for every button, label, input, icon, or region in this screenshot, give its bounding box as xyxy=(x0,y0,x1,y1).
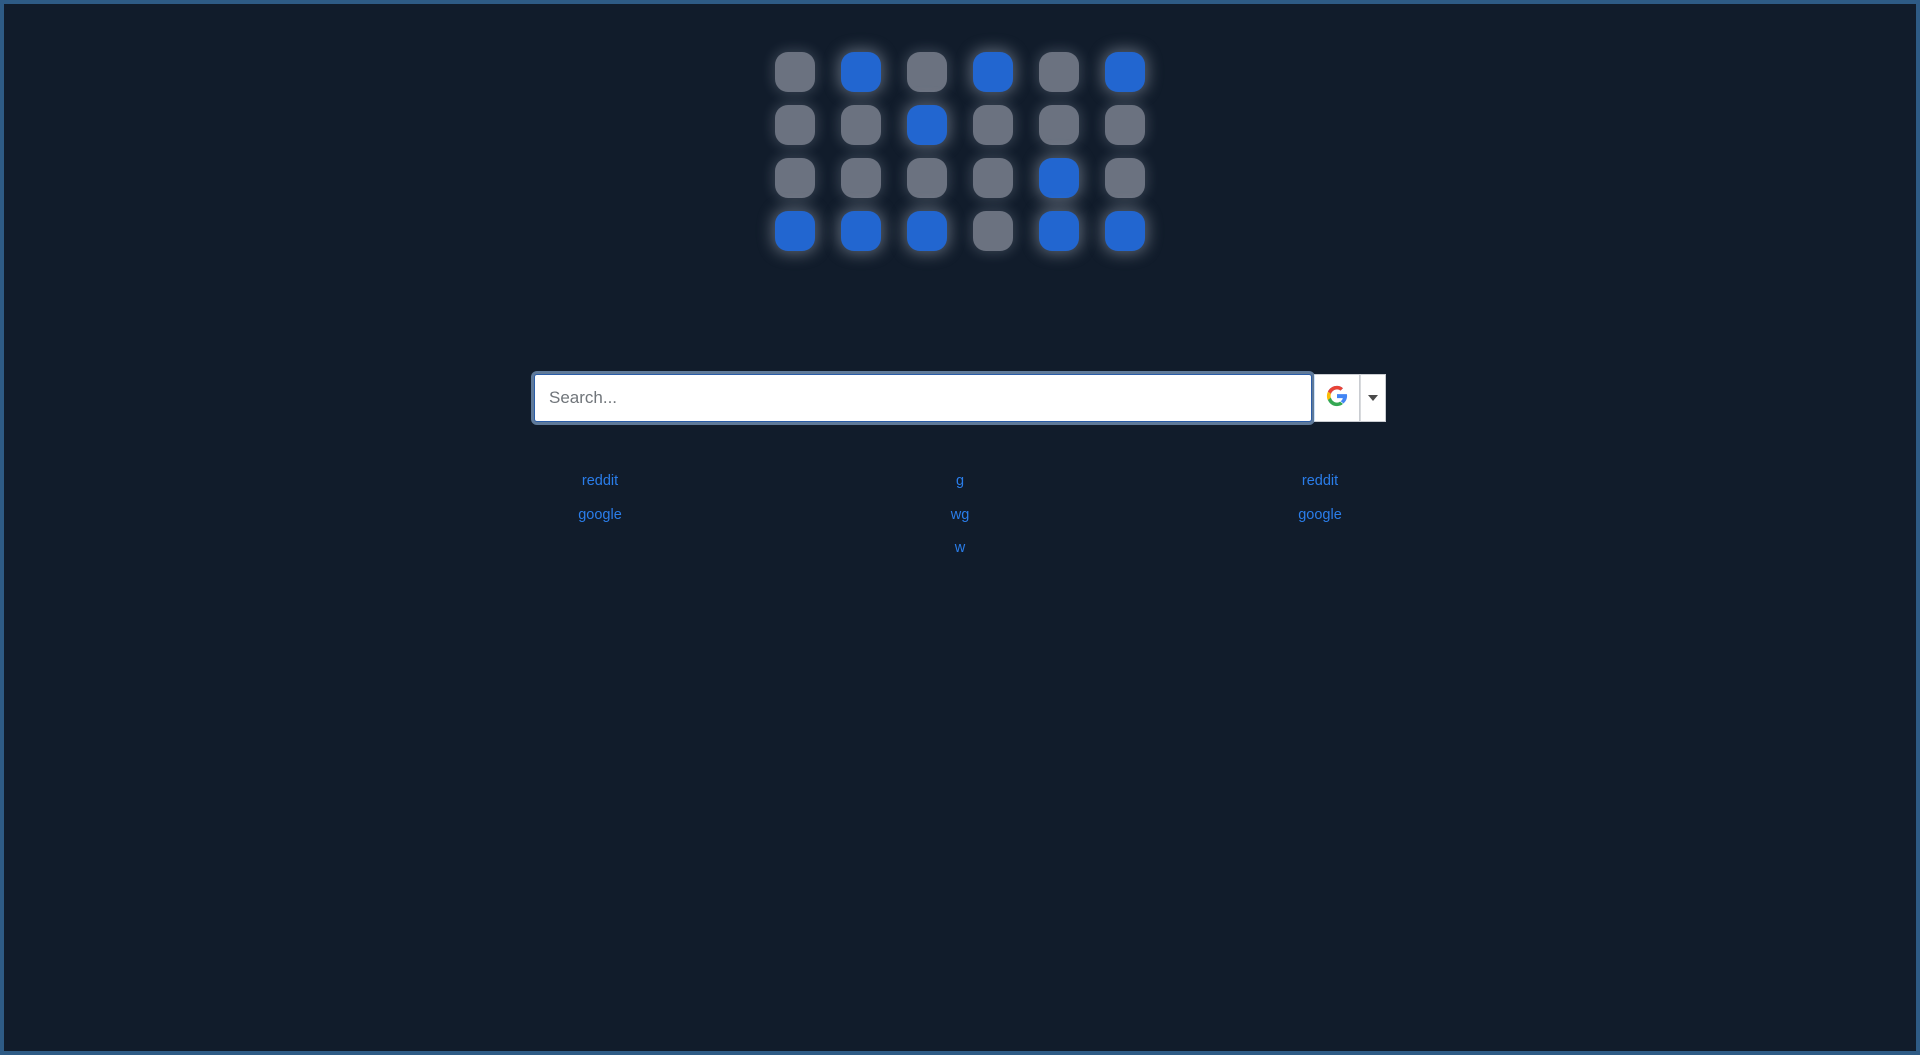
logo-tile-r2-c3 xyxy=(907,105,947,145)
logo-tile-r4-c6 xyxy=(1105,211,1145,251)
logo-tile-r3-c4 xyxy=(973,158,1013,198)
logo-tile-r2-c1 xyxy=(775,105,815,145)
quick-link-right-google[interactable]: google xyxy=(1298,507,1342,523)
start-page: reddit google g wg w reddit google xyxy=(4,4,1916,1051)
app-grid-logo xyxy=(775,52,1145,251)
logo-tile-r3-c3 xyxy=(907,158,947,198)
logo-tile-r1-c4 xyxy=(973,52,1013,92)
quick-link-left-reddit[interactable]: reddit xyxy=(582,474,618,489)
logo-tile-r1-c3 xyxy=(907,52,947,92)
link-column-right: reddit google xyxy=(1240,474,1400,556)
logo-tile-r2-c2 xyxy=(841,105,881,145)
logo-tile-r1-c1 xyxy=(775,52,815,92)
chevron-down-icon xyxy=(1368,395,1378,401)
logo-tile-r1-c5 xyxy=(1039,52,1079,92)
quick-link-center-g[interactable]: g xyxy=(956,474,964,489)
logo-tile-r4-c3 xyxy=(907,211,947,251)
logo-tile-r3-c1 xyxy=(775,158,815,198)
logo-tile-r4-c2 xyxy=(841,211,881,251)
logo-tile-r4-c5 xyxy=(1039,211,1079,251)
quick-link-center-w[interactable]: w xyxy=(955,541,965,556)
logo-tile-r1-c2 xyxy=(841,52,881,92)
logo-tile-r2-c6 xyxy=(1105,105,1145,145)
logo-tile-r1-c6 xyxy=(1105,52,1145,92)
search-field-wrapper[interactable] xyxy=(534,374,1312,422)
logo-tile-r2-c5 xyxy=(1039,105,1079,145)
link-column-left: reddit google xyxy=(520,474,680,556)
quick-link-right-reddit[interactable]: reddit xyxy=(1302,474,1338,489)
logo-container xyxy=(4,52,1916,251)
logo-tile-r4-c1 xyxy=(775,211,815,251)
logo-tile-r3-c5 xyxy=(1039,158,1079,198)
search-bar xyxy=(534,374,1386,422)
search-engine-dropdown-button[interactable] xyxy=(1360,374,1386,422)
logo-tile-r2-c4 xyxy=(973,105,1013,145)
logo-tile-r4-c4 xyxy=(973,211,1013,251)
search-engine-button[interactable] xyxy=(1314,374,1360,422)
logo-tile-r3-c6 xyxy=(1105,158,1145,198)
quick-links: reddit google g wg w reddit google xyxy=(520,474,1400,556)
search-input[interactable] xyxy=(549,388,1297,408)
quick-link-left-google[interactable]: google xyxy=(578,507,622,523)
logo-tile-r3-c2 xyxy=(841,158,881,198)
google-logo-icon xyxy=(1326,385,1348,412)
link-column-center: g wg w xyxy=(880,474,1040,556)
quick-link-center-wg[interactable]: wg xyxy=(951,507,970,523)
